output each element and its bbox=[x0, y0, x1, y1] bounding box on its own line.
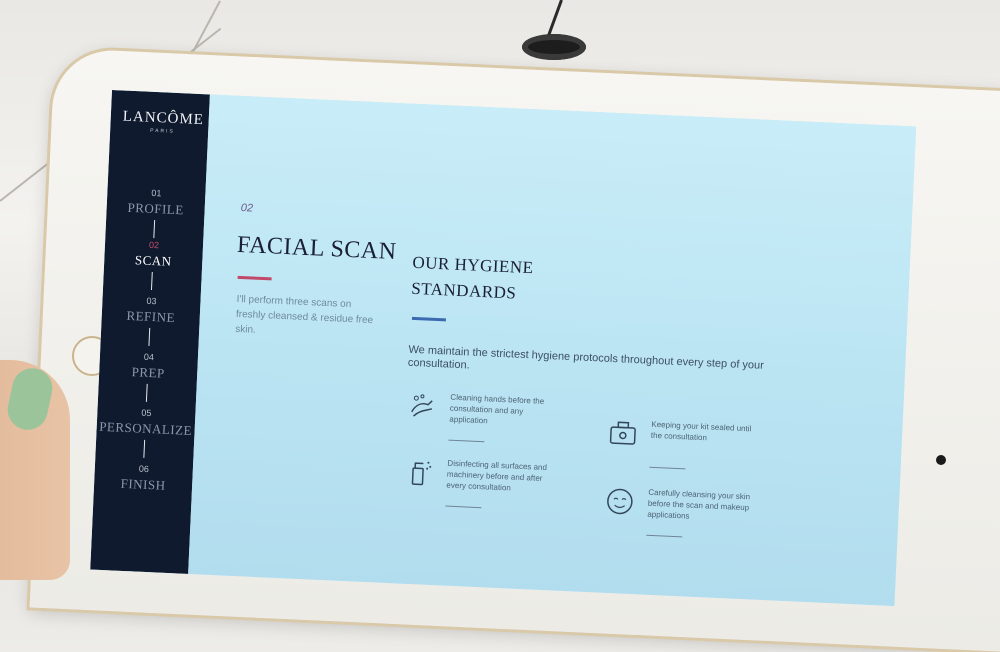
step-refine[interactable]: 03 REFINE bbox=[101, 294, 200, 327]
step-number: 03 bbox=[146, 295, 157, 307]
step-number: 05 bbox=[141, 407, 152, 419]
title-accent-bar bbox=[237, 275, 272, 281]
step-connector bbox=[148, 327, 151, 346]
hygiene-item-rule bbox=[646, 534, 683, 538]
handwash-icon bbox=[411, 394, 433, 417]
hygiene-item-rule bbox=[448, 439, 485, 443]
camera-icon bbox=[936, 455, 946, 465]
hygiene-item: Carefully cleansing your skin before the… bbox=[605, 485, 805, 538]
cable bbox=[546, 0, 563, 39]
step-number: 02 bbox=[148, 239, 160, 251]
hygiene-item-text: Keeping your kit sealed until the consul… bbox=[650, 419, 752, 443]
step-finish[interactable]: 06 FINISH bbox=[94, 462, 193, 495]
step-connector bbox=[153, 220, 156, 239]
cable-grommet bbox=[522, 34, 586, 60]
step-personalize[interactable]: 05 PERSONALIZE bbox=[96, 406, 195, 439]
hygiene-item-rule bbox=[649, 466, 686, 470]
step-label: FINISH bbox=[120, 475, 166, 493]
main-panel: 02 FACIAL SCAN I'll perform three scans … bbox=[188, 94, 917, 607]
hygiene-item: Keeping your kit sealed until the consul… bbox=[608, 417, 808, 470]
step-label: PREP bbox=[131, 364, 166, 381]
hygiene-accent-bar bbox=[411, 316, 446, 322]
step-profile[interactable]: 01 PROFILE bbox=[106, 186, 205, 219]
tablet-screen: LANCÔME PARIS 01 PROFILE 02 SCAN 03 REFI… bbox=[90, 90, 917, 607]
step-number: 06 bbox=[138, 463, 150, 475]
step-connector bbox=[145, 383, 148, 402]
step-number: 01 bbox=[151, 187, 162, 199]
step-connector bbox=[143, 439, 146, 458]
step-label: PERSONALIZE bbox=[98, 418, 193, 438]
step-scan[interactable]: 02 SCAN bbox=[104, 238, 203, 271]
intro-text: I'll perform three scans on freshly clea… bbox=[235, 293, 374, 336]
face-cleanse-icon bbox=[607, 488, 633, 515]
hygiene-item-rule bbox=[445, 505, 482, 509]
step-number: 04 bbox=[143, 351, 155, 363]
sealed-kit-icon bbox=[609, 421, 636, 445]
hygiene-item-text: Carefully cleansing your skin before the… bbox=[647, 487, 751, 521]
hygiene-item: Cleaning hands before the consultation a… bbox=[407, 390, 607, 443]
brand-logo-sub: PARIS bbox=[150, 127, 175, 135]
step-label: REFINE bbox=[126, 307, 176, 326]
hygiene-description: We maintain the strictest hygiene protoc… bbox=[407, 343, 765, 372]
hygiene-item-text: Disinfecting all surfaces and machinery … bbox=[446, 458, 548, 493]
current-step-number: 02 bbox=[240, 201, 254, 215]
step-label: PROFILE bbox=[127, 199, 185, 218]
step-label: SCAN bbox=[134, 252, 172, 269]
hygiene-item: Disinfecting all surfaces and machinery … bbox=[404, 456, 604, 509]
spray-disinfect-icon bbox=[411, 461, 432, 486]
brand-logo: LANCÔME bbox=[122, 108, 205, 129]
step-prep[interactable]: 04 PREP bbox=[99, 350, 198, 383]
step-connector bbox=[150, 271, 153, 291]
hygiene-item-text: Cleaning hands before the consultation a… bbox=[449, 392, 545, 426]
page-title: FACIAL SCAN bbox=[236, 231, 398, 266]
hygiene-heading: OUR HYGIENE STANDARDS bbox=[410, 252, 534, 303]
